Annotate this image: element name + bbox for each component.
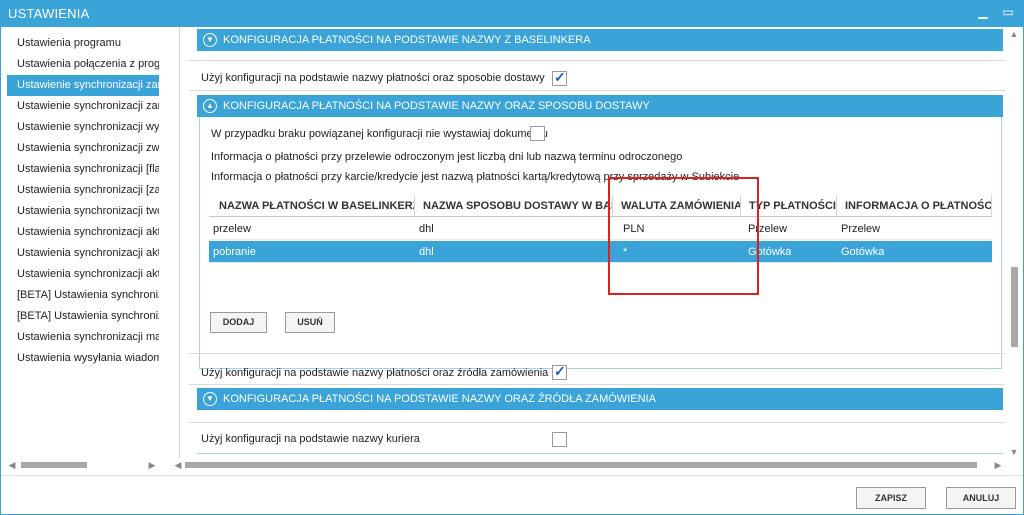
section-header-label: KONFIGURACJA PŁATNOŚCI NA PODSTAWIE NAZW… xyxy=(223,100,650,112)
sidebar-item[interactable]: [BETA] Ustawienia synchronizac xyxy=(7,285,159,306)
window-title: USTAWIENIA xyxy=(8,6,90,21)
scroll-down-icon[interactable]: ▼ xyxy=(1007,447,1021,457)
scrollbar-thumb[interactable] xyxy=(1011,267,1018,347)
sidebar-item[interactable]: Ustawienie synchronizacji wysy xyxy=(7,117,159,138)
use-config-courier-checkbox[interactable] xyxy=(552,432,567,447)
chevron-down-icon[interactable]: ▼ xyxy=(203,392,217,406)
cell-payment-info: Gotówka xyxy=(841,246,885,258)
add-button[interactable]: DODAJ xyxy=(210,312,267,333)
sidebar-item[interactable]: Ustawienia wysyłania wiadomo xyxy=(7,348,159,369)
divider xyxy=(189,353,1005,354)
info-transfer-text: Informacja o płatności przy przelewie od… xyxy=(211,151,683,163)
maximize-icon[interactable]: ▭ xyxy=(1001,5,1015,19)
settings-sidebar: Ustawienia programu Ustawienia połączenia… xyxy=(7,33,159,473)
divider xyxy=(189,384,1005,385)
cell-delivery: dhl xyxy=(419,223,434,235)
no-config-checkbox[interactable] xyxy=(530,126,545,141)
remove-button[interactable]: USUŃ xyxy=(285,312,335,333)
sidebar-item[interactable]: [BETA] Ustawienia synchronizac xyxy=(7,306,159,327)
divider xyxy=(189,90,1005,91)
sidebar-item[interactable]: Ustawienia synchronizacji aktua xyxy=(7,222,159,243)
minimize-icon[interactable]: ▁ xyxy=(976,5,990,19)
section-header-name-and-delivery[interactable]: ▲ KONFIGURACJA PŁATNOŚCI NA PODSTAWIE NA… xyxy=(197,95,1003,117)
payment-mapping-table: NAZWA PŁATNOŚCI W BASELINKERZE NAZWA SPO… xyxy=(209,195,992,315)
settings-window: Ustawienia programu Ustawienia połączenia… xyxy=(0,27,1024,515)
scroll-left-icon[interactable]: ◀ xyxy=(7,458,17,472)
sidebar-item[interactable]: Ustawienia połączenia z progra xyxy=(7,54,159,75)
scrollbar-thumb[interactable] xyxy=(185,462,977,468)
sidebar-item[interactable]: Ustawienia synchronizacji aktua xyxy=(7,243,159,264)
divider xyxy=(189,422,1005,423)
cell-payment-info: Przelew xyxy=(841,223,881,235)
cell-payment-name: pobranie xyxy=(213,246,256,258)
column-header-payment-name[interactable]: NAZWA PŁATNOŚCI W BASELINKERZE xyxy=(209,195,415,216)
cancel-button[interactable]: ANULUJ xyxy=(946,487,1016,509)
sidebar-item[interactable]: Ustawienia synchronizacji maga xyxy=(7,327,159,348)
sidebar-item[interactable]: Ustawienia synchronizacji [flaga xyxy=(7,159,159,180)
use-config-delivery-label: Użyj konfiguracji na podstawie nazwy pła… xyxy=(201,72,545,84)
table-row-selected[interactable]: pobranie dhl * Gotówka Gotówka xyxy=(209,241,992,263)
column-header-delivery[interactable]: NAZWA SPOSOBU DOSTAWY W BASELI xyxy=(415,195,613,216)
sidebar-item[interactable]: Ustawienie synchronizacji zamó xyxy=(7,75,159,96)
section-header-name-and-source[interactable]: ▼ KONFIGURACJA PŁATNOŚCI NA PODSTAWIE NA… xyxy=(197,388,1003,410)
use-config-delivery-checkbox[interactable] xyxy=(552,69,567,86)
footer-divider xyxy=(1,475,1023,476)
scroll-right-icon[interactable]: ▶ xyxy=(147,458,157,472)
highlight-box xyxy=(608,177,759,295)
sidebar-item[interactable]: Ustawienia synchronizacji [zamó xyxy=(7,180,159,201)
divider xyxy=(189,60,1005,61)
save-button[interactable]: ZAPISZ xyxy=(856,487,926,509)
sidebar-item[interactable]: Ustawienia synchronizacji aktua xyxy=(7,264,159,285)
use-config-source-label: Użyj konfiguracji na podstawie nazwy pła… xyxy=(201,367,549,379)
scroll-up-icon[interactable]: ▲ xyxy=(1007,29,1021,39)
use-config-source-checkbox[interactable] xyxy=(552,363,567,380)
section-header-label: KONFIGURACJA PŁATNOŚCI NA PODSTAWIE NAZW… xyxy=(223,393,656,405)
no-config-label: W przypadku braku powiązanej konfiguracj… xyxy=(211,128,548,140)
cell-delivery: dhl xyxy=(419,246,434,258)
content-horizontal-scrollbar[interactable]: ◀ ▶ xyxy=(173,458,1005,472)
divider xyxy=(197,453,1003,454)
scroll-right-icon[interactable]: ▶ xyxy=(993,458,1003,472)
use-config-courier-label: Użyj konfiguracji na podstawie nazwy kur… xyxy=(201,433,420,445)
scroll-left-icon[interactable]: ◀ xyxy=(173,458,183,472)
sidebar-item[interactable]: Ustawienia synchronizacji zwrot xyxy=(7,138,159,159)
cell-payment-name: przelew xyxy=(213,223,251,235)
section-header-label: KONFIGURACJA PŁATNOŚCI NA PODSTAWIE NAZW… xyxy=(223,34,591,46)
sidebar-item[interactable]: Ustawienia programu xyxy=(7,33,159,54)
section-header-baselinker-names[interactable]: ▼ KONFIGURACJA PŁATNOŚCI NA PODSTAWIE NA… xyxy=(197,29,1003,51)
title-bar: USTAWIENIA ▁ ▭ xyxy=(0,0,1024,27)
column-header-payment-info[interactable]: INFORMACJA O PŁATNOŚCI xyxy=(837,195,992,216)
table-row[interactable]: przelew dhl PLN Przelew Przelew xyxy=(209,218,992,240)
table-header: NAZWA PŁATNOŚCI W BASELINKERZE NAZWA SPO… xyxy=(209,195,992,217)
sidebar-horizontal-scrollbar[interactable]: ◀ ▶ xyxy=(7,458,159,472)
sidebar-item[interactable]: Ustawienie synchronizacji zamó xyxy=(7,96,159,117)
chevron-up-icon[interactable]: ▲ xyxy=(203,99,217,113)
content-vertical-scrollbar[interactable]: ▲ ▼ xyxy=(1007,29,1021,459)
scrollbar-thumb[interactable] xyxy=(21,462,87,468)
sidebar-item[interactable]: Ustawienia synchronizacji tworz xyxy=(7,201,159,222)
chevron-down-icon[interactable]: ▼ xyxy=(203,33,217,47)
